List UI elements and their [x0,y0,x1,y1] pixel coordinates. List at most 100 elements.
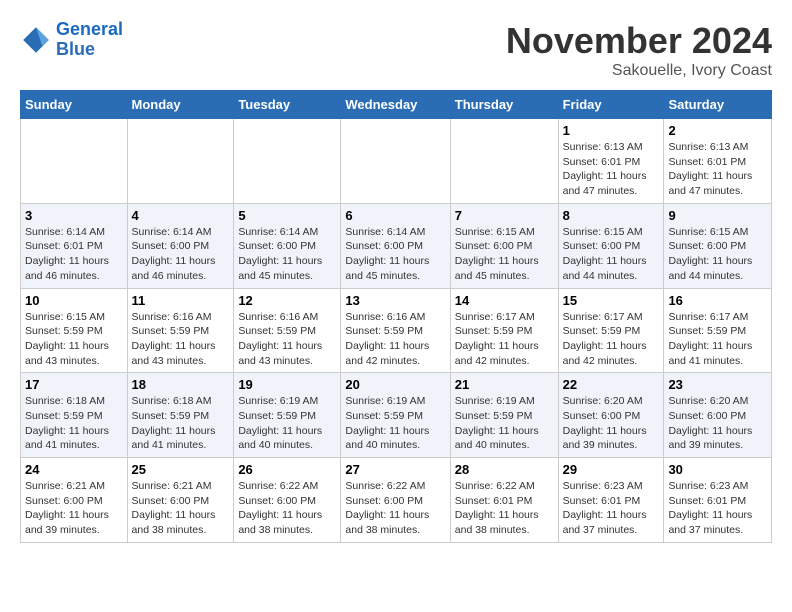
weekday-header-tuesday: Tuesday [234,91,341,119]
calendar-cell: 25 Sunrise: 6:21 AM Sunset: 6:00 PM Dayli… [127,458,234,543]
day-number: 16 [668,293,767,308]
day-info: Sunrise: 6:18 AM Sunset: 5:59 PM Dayligh… [25,394,123,453]
day-number: 15 [563,293,660,308]
weekday-header-thursday: Thursday [450,91,558,119]
day-number: 27 [345,462,445,477]
day-number: 29 [563,462,660,477]
day-info: Sunrise: 6:19 AM Sunset: 5:59 PM Dayligh… [345,394,445,453]
day-info: Sunrise: 6:20 AM Sunset: 6:00 PM Dayligh… [563,394,660,453]
day-number: 17 [25,377,123,392]
weekday-header-row: SundayMondayTuesdayWednesdayThursdayFrid… [21,91,772,119]
day-info: Sunrise: 6:13 AM Sunset: 6:01 PM Dayligh… [563,140,660,199]
calendar-cell: 16 Sunrise: 6:17 AM Sunset: 5:59 PM Dayli… [664,288,772,373]
day-info: Sunrise: 6:21 AM Sunset: 6:00 PM Dayligh… [132,479,230,538]
day-info: Sunrise: 6:17 AM Sunset: 5:59 PM Dayligh… [668,310,767,369]
logo: General Blue [20,20,123,60]
logo-text: General Blue [56,20,123,60]
day-info: Sunrise: 6:18 AM Sunset: 5:59 PM Dayligh… [132,394,230,453]
day-info: Sunrise: 6:14 AM Sunset: 6:00 PM Dayligh… [345,225,445,284]
day-number: 30 [668,462,767,477]
calendar-week-row: 10 Sunrise: 6:15 AM Sunset: 5:59 PM Dayli… [21,288,772,373]
month-title: November 2024 [506,20,772,62]
day-number: 1 [563,123,660,138]
day-number: 3 [25,208,123,223]
calendar-cell: 17 Sunrise: 6:18 AM Sunset: 5:59 PM Dayli… [21,373,128,458]
calendar-cell: 27 Sunrise: 6:22 AM Sunset: 6:00 PM Dayli… [341,458,450,543]
calendar-cell: 1 Sunrise: 6:13 AM Sunset: 6:01 PM Daylig… [558,119,664,204]
calendar-week-row: 24 Sunrise: 6:21 AM Sunset: 6:00 PM Dayli… [21,458,772,543]
calendar-cell [234,119,341,204]
calendar-cell: 8 Sunrise: 6:15 AM Sunset: 6:00 PM Daylig… [558,203,664,288]
location-title: Sakouelle, Ivory Coast [506,62,772,80]
day-info: Sunrise: 6:19 AM Sunset: 5:59 PM Dayligh… [238,394,336,453]
day-number: 10 [25,293,123,308]
day-info: Sunrise: 6:17 AM Sunset: 5:59 PM Dayligh… [563,310,660,369]
calendar-cell: 20 Sunrise: 6:19 AM Sunset: 5:59 PM Dayli… [341,373,450,458]
day-info: Sunrise: 6:15 AM Sunset: 6:00 PM Dayligh… [668,225,767,284]
day-number: 9 [668,208,767,223]
calendar-cell: 13Sunrise: 6:16 AM Sunset: 5:59 PM Dayli… [341,288,450,373]
calendar-cell: 10 Sunrise: 6:15 AM Sunset: 5:59 PM Dayli… [21,288,128,373]
calendar-cell: 29 Sunrise: 6:23 AM Sunset: 6:01 PM Dayli… [558,458,664,543]
calendar-cell [21,119,128,204]
calendar-cell: 19 Sunrise: 6:19 AM Sunset: 5:59 PM Dayli… [234,373,341,458]
calendar-cell: 14 Sunrise: 6:17 AM Sunset: 5:59 PM Dayli… [450,288,558,373]
day-info: Sunrise: 6:22 AM Sunset: 6:01 PM Dayligh… [455,479,554,538]
day-number: 5 [238,208,336,223]
calendar-cell: 21 Sunrise: 6:19 AM Sunset: 5:59 PM Dayli… [450,373,558,458]
calendar-cell [127,119,234,204]
day-number: 8 [563,208,660,223]
day-info: Sunrise: 6:15 AM Sunset: 6:00 PM Dayligh… [563,225,660,284]
calendar-cell: 26Sunrise: 6:22 AM Sunset: 6:00 PM Dayli… [234,458,341,543]
day-info: Sunrise: 6:23 AM Sunset: 6:01 PM Dayligh… [563,479,660,538]
day-number: 23 [668,377,767,392]
day-info: Sunrise: 6:15 AM Sunset: 5:59 PM Dayligh… [25,310,123,369]
calendar-week-row: 3 Sunrise: 6:14 AM Sunset: 6:01 PM Daylig… [21,203,772,288]
day-number: 19 [238,377,336,392]
day-info: Sunrise: 6:23 AM Sunset: 6:01 PM Dayligh… [668,479,767,538]
calendar-week-row: 1 Sunrise: 6:13 AM Sunset: 6:01 PM Daylig… [21,119,772,204]
day-number: 2 [668,123,767,138]
calendar-cell: 9 Sunrise: 6:15 AM Sunset: 6:00 PM Daylig… [664,203,772,288]
day-number: 14 [455,293,554,308]
day-number: 22 [563,377,660,392]
day-number: 20 [345,377,445,392]
calendar-cell: 11Sunrise: 6:16 AM Sunset: 5:59 PM Dayli… [127,288,234,373]
title-area: November 2024 Sakouelle, Ivory Coast [506,20,772,80]
logo-line2: Blue [56,39,95,59]
day-info: Sunrise: 6:13 AM Sunset: 6:01 PM Dayligh… [668,140,767,199]
calendar-cell: 6Sunrise: 6:14 AM Sunset: 6:00 PM Daylig… [341,203,450,288]
day-number: 18 [132,377,230,392]
day-info: Sunrise: 6:22 AM Sunset: 6:00 PM Dayligh… [238,479,336,538]
weekday-header-monday: Monday [127,91,234,119]
day-number: 28 [455,462,554,477]
calendar-cell: 5 Sunrise: 6:14 AM Sunset: 6:00 PM Daylig… [234,203,341,288]
calendar-cell: 4Sunrise: 6:14 AM Sunset: 6:00 PM Daylig… [127,203,234,288]
calendar-cell: 7Sunrise: 6:15 AM Sunset: 6:00 PM Daylig… [450,203,558,288]
calendar-week-row: 17 Sunrise: 6:18 AM Sunset: 5:59 PM Dayli… [21,373,772,458]
day-number: 13 [345,293,445,308]
day-info: Sunrise: 6:22 AM Sunset: 6:00 PM Dayligh… [345,479,445,538]
logo-line1: General [56,19,123,39]
header: General Blue November 2024 Sakouelle, Iv… [20,20,772,80]
calendar-cell: 24Sunrise: 6:21 AM Sunset: 6:00 PM Dayli… [21,458,128,543]
day-number: 11 [132,293,230,308]
day-info: Sunrise: 6:19 AM Sunset: 5:59 PM Dayligh… [455,394,554,453]
day-number: 25 [132,462,230,477]
day-info: Sunrise: 6:17 AM Sunset: 5:59 PM Dayligh… [455,310,554,369]
day-number: 21 [455,377,554,392]
calendar-cell: 15 Sunrise: 6:17 AM Sunset: 5:59 PM Dayli… [558,288,664,373]
calendar-cell: 12Sunrise: 6:16 AM Sunset: 5:59 PM Dayli… [234,288,341,373]
calendar-cell: 3 Sunrise: 6:14 AM Sunset: 6:01 PM Daylig… [21,203,128,288]
weekday-header-sunday: Sunday [21,91,128,119]
day-info: Sunrise: 6:15 AM Sunset: 6:00 PM Dayligh… [455,225,554,284]
day-number: 24 [25,462,123,477]
weekday-header-friday: Friday [558,91,664,119]
day-number: 4 [132,208,230,223]
day-info: Sunrise: 6:14 AM Sunset: 6:00 PM Dayligh… [238,225,336,284]
day-number: 12 [238,293,336,308]
day-info: Sunrise: 6:14 AM Sunset: 6:01 PM Dayligh… [25,225,123,284]
weekday-header-wednesday: Wednesday [341,91,450,119]
calendar-cell: 22 Sunrise: 6:20 AM Sunset: 6:00 PM Dayli… [558,373,664,458]
day-info: Sunrise: 6:20 AM Sunset: 6:00 PM Dayligh… [668,394,767,453]
